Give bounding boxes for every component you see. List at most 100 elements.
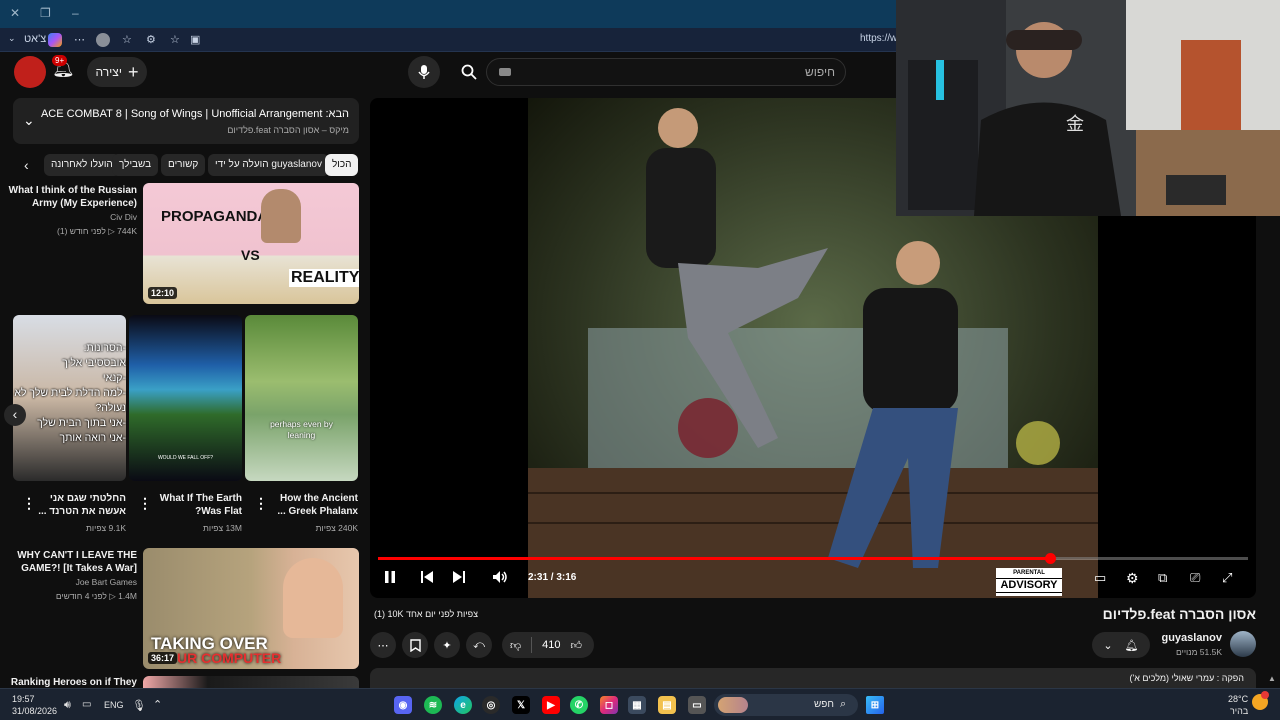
edge-icon[interactable]: e (454, 696, 472, 714)
scroll-up-arrow-icon[interactable]: ▲ (1268, 674, 1276, 683)
video-thumbnail[interactable]: PROPAGANDA VS REALITY 12:10 (143, 183, 359, 304)
fullscreen-icon[interactable]: ⤢ (1222, 570, 1232, 586)
pause-button[interactable] (384, 570, 396, 587)
microphone-icon (418, 65, 430, 79)
volume-icon (493, 571, 507, 583)
progress-scrubber[interactable] (1044, 553, 1056, 564)
short-overlay-text: -הסרונות: אובססיבי אליך -קנאי -למה הדלת … (14, 342, 126, 444)
copilot-icon[interactable] (48, 33, 62, 47)
chevron-left-icon[interactable]: ‹ (24, 157, 29, 173)
windows-start-icon[interactable]: ⊞ (866, 696, 884, 714)
search-input[interactable]: חיפוש (486, 58, 846, 86)
channel-name[interactable]: Civ Div (110, 212, 137, 222)
save-button[interactable] (402, 632, 428, 658)
profile-icon[interactable] (96, 33, 110, 47)
progress-bar[interactable] (378, 553, 1248, 564)
close-window-icon[interactable]: ✕ (10, 6, 20, 20)
channel-name[interactable]: guyaslanov (1161, 632, 1222, 644)
short-thumbnail[interactable]: WOULD WE FALL OFF? (129, 315, 242, 481)
avatar[interactable] (14, 56, 46, 88)
speaker-icon[interactable]: 🔊︎ (64, 699, 71, 712)
extensions-icon[interactable]: ⚙ (146, 33, 156, 46)
clock-time[interactable]: 19:57 (12, 694, 35, 704)
miniplayer-icon[interactable]: ⧉ (1158, 570, 1167, 586)
video-thumbnail[interactable]: TAKING OVER UR COMPUTER 36:17 (143, 548, 359, 669)
short-title[interactable]: What If The Earth ?Was Flat (142, 492, 242, 518)
playlist-panel[interactable]: ⌄ הבא: ACE COMBAT 8 | Song of Wings | Un… (13, 98, 359, 144)
previous-button[interactable] (420, 570, 434, 587)
channel-avatar[interactable] (1230, 631, 1256, 657)
share-button[interactable]: ⤺ (466, 632, 492, 658)
channel-name[interactable]: Joe Bart Games (76, 577, 137, 587)
video-title[interactable]: WHY CAN'T I LEAVE THE GAME?! [It Takes A… (7, 549, 137, 575)
collections-icon[interactable]: ▣ (190, 33, 200, 46)
task-view-icon[interactable]: ▭ (688, 696, 706, 714)
discord-icon[interactable]: ◉ (394, 696, 412, 714)
next-button[interactable] (452, 570, 466, 587)
chevron-down-icon[interactable]: ⌄ (23, 112, 35, 129)
chip-related[interactable]: קשורים (161, 154, 206, 176)
chevron-left-icon[interactable]: ‹ (4, 404, 26, 426)
minimize-window-icon[interactable]: – (72, 6, 79, 20)
video-thumbnail[interactable] (143, 676, 359, 688)
dislike-icon[interactable]: 👎︎ (510, 639, 521, 652)
description-box[interactable]: הפקה : עמרי שאולי (מלכים א') (370, 668, 1256, 688)
video-duration: 12:10 (148, 287, 178, 299)
chip-recently-uploaded[interactable]: הועלו לאחרונה (44, 154, 120, 176)
network-icon[interactable]: ▭ (82, 699, 91, 710)
favorites-icon[interactable]: ☆ (122, 33, 132, 46)
plus-icon: + (127, 62, 139, 82)
whatsapp-icon[interactable]: ✆ (570, 696, 588, 714)
thumbnail-text: VS (241, 247, 260, 263)
chevron-up-icon[interactable]: ⌃ (153, 698, 162, 711)
more-options-icon[interactable]: ⋯ (74, 33, 85, 46)
settings-gear-icon[interactable]: ⚙ (1126, 570, 1139, 587)
chevron-down-icon[interactable]: ⌄ (8, 33, 16, 44)
video-meta: 1.4M ▷ לפני 4 חודשים (55, 591, 137, 601)
create-button[interactable]: יצירה + (87, 57, 147, 87)
playlist-subtitle: מיקס – אסון הסברה feat.פלדיום (227, 125, 349, 135)
voice-search-button[interactable] (408, 56, 440, 88)
microphone-icon[interactable]: 🎙︎ (132, 699, 146, 712)
chip-for-you[interactable]: בשבילך (112, 154, 159, 176)
github-icon[interactable]: ◎ (482, 696, 500, 714)
restore-window-icon[interactable]: ❐ (40, 6, 51, 20)
thumbnail-text: PROPAGANDA (161, 208, 269, 225)
taskbar-search[interactable]: חפש ⌕ (714, 694, 858, 716)
youtube-icon[interactable]: ▶ (542, 696, 560, 714)
more-options-icon: ⋯ (377, 639, 389, 652)
store-icon[interactable]: ▦ (628, 696, 646, 714)
short-thumbnail[interactable]: -הסרונות: אובססיבי אליך -קנאי -למה הדלת … (13, 315, 126, 481)
video-title[interactable]: What I think of the Russian Army (My Exp… (7, 184, 137, 210)
search-button[interactable] (452, 58, 486, 86)
add-favorite-icon[interactable]: ☆ (170, 33, 180, 46)
cast-icon[interactable]: ⎚ (1190, 570, 1200, 586)
person-figure (261, 189, 301, 243)
clock-date[interactable]: 31/08/2026 (12, 706, 57, 716)
language-indicator[interactable]: ENG (104, 700, 124, 710)
like-count[interactable]: 410 (542, 639, 560, 651)
short-title[interactable]: How the Ancient ... Greek Phalanx (258, 492, 358, 518)
chat-button[interactable]: צ'אט (24, 33, 46, 45)
thumbnail-text: UR COMPUTER (177, 650, 282, 666)
chip-uploaded-by[interactable]: הועלה על ידי guyaslanov (208, 154, 329, 176)
spotify-icon[interactable]: ≋ (424, 696, 442, 714)
instagram-icon[interactable]: ◻ (600, 696, 618, 714)
volume-button[interactable] (492, 570, 508, 587)
address-bar-url[interactable]: https://w (860, 33, 897, 44)
keyboard-icon[interactable] (499, 68, 511, 76)
subtitles-icon[interactable]: ▭ (1094, 570, 1106, 586)
subscribed-button[interactable]: ⌄ 🔔︎ (1092, 632, 1150, 658)
more-actions-button[interactable]: ⋯ (370, 632, 396, 658)
ask-ai-button[interactable]: ✦ (434, 632, 460, 658)
short-thumbnail[interactable]: perhaps even by leaning (245, 315, 358, 481)
short-views: 240K צפיות (315, 523, 358, 533)
x-icon[interactable]: 𝕏 (512, 696, 530, 714)
chip-all[interactable]: הכול (325, 154, 359, 176)
video-title: אסון הסברה feat.פלדיום (1102, 606, 1256, 622)
weather-temperature[interactable]: 28°C (1228, 694, 1248, 704)
like-icon[interactable]: 👍︎ (571, 639, 583, 652)
short-title[interactable]: החלטתי שגם אני אעשה את הטרנד ... (26, 492, 126, 518)
previous-icon (421, 571, 433, 583)
file-explorer-icon[interactable]: ▤ (658, 696, 676, 714)
